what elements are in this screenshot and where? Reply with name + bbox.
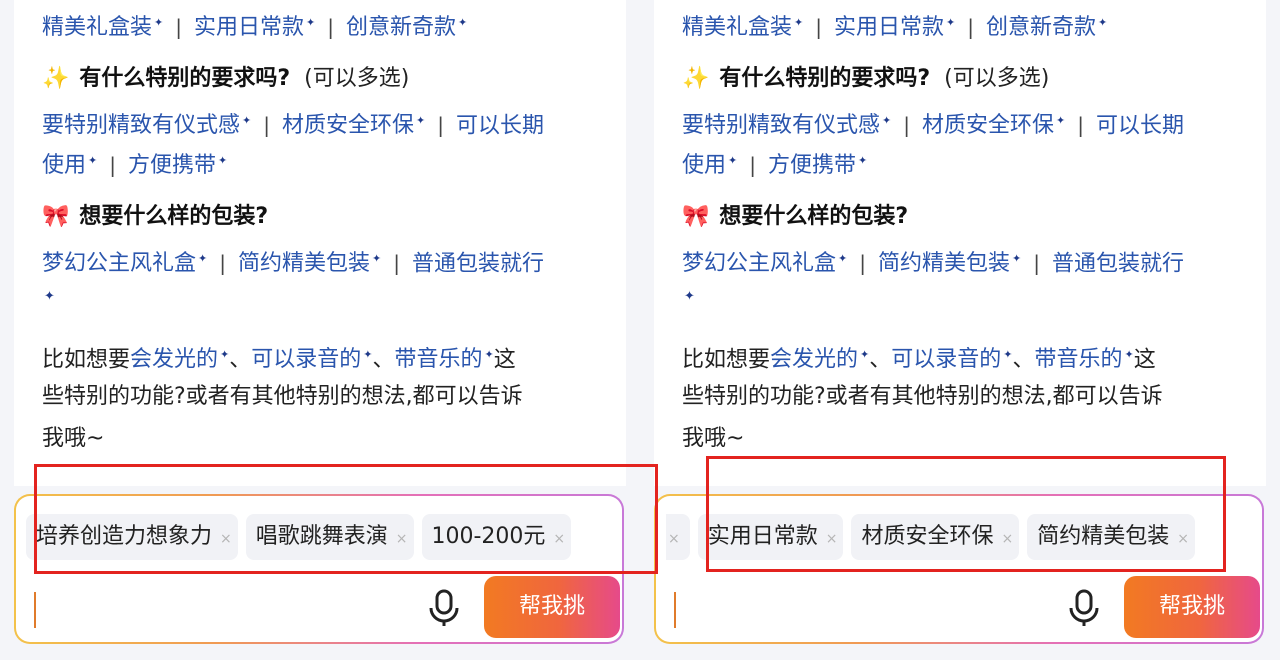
help-me-pick-button[interactable]: 帮我挑 [1124,576,1260,638]
feature-glow[interactable]: 会发光的 ✦ [770,347,869,372]
bow-icon: 🎀 [42,204,70,229]
option-long-term[interactable]: 可以长期 [1096,113,1184,138]
option-daily[interactable]: 实用日常款 ✦ [194,15,315,40]
option-portable[interactable]: 方便携带 ✦ [768,153,867,178]
microphone-icon[interactable] [426,588,462,628]
option-portable[interactable]: 方便携带 ✦ [128,153,227,178]
feature-glow[interactable]: 会发光的 ✦ [130,347,229,372]
feature-record[interactable]: 可以录音的 ✦ [251,347,372,372]
highlight-box-left [34,464,658,574]
highlight-box-right [706,456,1226,572]
option-long-term-cont[interactable]: 使用 ✦ [682,153,737,178]
option-daily[interactable]: 实用日常款 ✦ [834,15,955,40]
feature-record[interactable]: 可以录音的 ✦ [891,347,1012,372]
gift-style-options: 精美礼盒装 ✦ | 实用日常款 ✦ | 创意新奇款 ✦ [42,15,468,41]
gift-style-options: 精美礼盒装 ✦ | 实用日常款 ✦ | 创意新奇款 ✦ [682,15,1108,41]
bow-icon: 🎀 [682,204,710,229]
features-text-line1: 比如想要会发光的 ✦、可以录音的 ✦、带音乐的 ✦这 [42,347,516,373]
requirements-options-line1: 要特别精致有仪式感 ✦ | 材质安全环保 ✦ | 可以长期 [42,113,544,139]
feature-music[interactable]: 带音乐的 ✦ [1035,347,1134,372]
text-input-cursor[interactable] [674,592,676,628]
feature-music[interactable]: 带音乐的 ✦ [395,347,494,372]
help-me-pick-button[interactable]: 帮我挑 [484,576,620,638]
packaging-options-line2: ✦ [684,289,695,304]
requirements-options-line1: 要特别精致有仪式感 ✦ | 材质安全环保 ✦ | 可以长期 [682,113,1184,139]
option-gift-box[interactable]: 精美礼盒装 ✦ [42,15,163,40]
option-simple-pack[interactable]: 简约精美包装 ✦ [878,251,1021,276]
requirements-options-line2: 使用 ✦ | 方便携带 ✦ [42,153,228,179]
sparkles-icon: ✨ [42,66,70,91]
requirements-heading: ✨ 有什么特别的要求吗? (可以多选) [42,66,410,91]
option-normal-pack[interactable]: 普通包装就行 [1052,251,1184,276]
option-gift-box[interactable]: 精美礼盒装 ✦ [682,15,803,40]
packaging-heading: 🎀 想要什么样的包装? [682,204,909,229]
packaging-options: 梦幻公主风礼盒 ✦ | 简约精美包装 ✦ | 普通包装就行 [42,251,544,277]
option-princess-box[interactable]: 梦幻公主风礼盒 ✦ [682,251,847,276]
microphone-icon[interactable] [1066,588,1102,628]
option-princess-box[interactable]: 梦幻公主风礼盒 ✦ [42,251,207,276]
option-long-term-cont[interactable]: 使用 ✦ [42,153,97,178]
option-safe-material[interactable]: 材质安全环保 ✦ [282,113,425,138]
packaging-options: 梦幻公主风礼盒 ✦ | 简约精美包装 ✦ | 普通包装就行 [682,251,1184,277]
requirements-options-line2: 使用 ✦ | 方便携带 ✦ [682,153,868,179]
packaging-options-line2: ✦ [44,289,55,304]
option-normal-pack[interactable]: 普通包装就行 [412,251,544,276]
option-ceremonial[interactable]: 要特别精致有仪式感 ✦ [42,113,251,138]
requirements-heading: ✨ 有什么特别的要求吗? (可以多选) [682,66,1050,91]
option-long-term[interactable]: 可以长期 [456,113,544,138]
option-simple-pack[interactable]: 简约精美包装 ✦ [238,251,381,276]
features-text-line2: 些特别的功能?或者有其他特别的想法,都可以告诉 [682,384,1163,409]
features-text-line3: 我哦~ [682,426,745,451]
option-creative[interactable]: 创意新奇款 ✦ [346,15,467,40]
chip-partial[interactable]: × [666,514,690,560]
sparkles-icon: ✨ [682,66,710,91]
features-text-line3: 我哦~ [42,426,105,451]
assistant-message-card: 精美礼盒装 ✦ | 实用日常款 ✦ | 创意新奇款 ✦ ✨ 有什么特别的要求吗? (可以多选) 要… [654,0,1266,486]
text-input-cursor[interactable] [34,592,36,628]
option-safe-material[interactable]: 材质安全环保 ✦ [922,113,1065,138]
packaging-heading: 🎀 想要什么样的包装? [42,204,269,229]
assistant-message-card: 精美礼盒装 ✦ | 实用日常款 ✦ | 创意新奇款 ✦ ✨ 有什么特别的要求吗? (可以多选) 要… [14,0,626,486]
close-icon[interactable]: × [668,531,680,547]
features-text-line1: 比如想要会发光的 ✦、可以录音的 ✦、带音乐的 ✦这 [682,347,1156,373]
option-creative[interactable]: 创意新奇款 ✦ [986,15,1107,40]
features-text-line2: 些特别的功能?或者有其他特别的想法,都可以告诉 [42,384,523,409]
option-ceremonial[interactable]: 要特别精致有仪式感 ✦ [682,113,891,138]
